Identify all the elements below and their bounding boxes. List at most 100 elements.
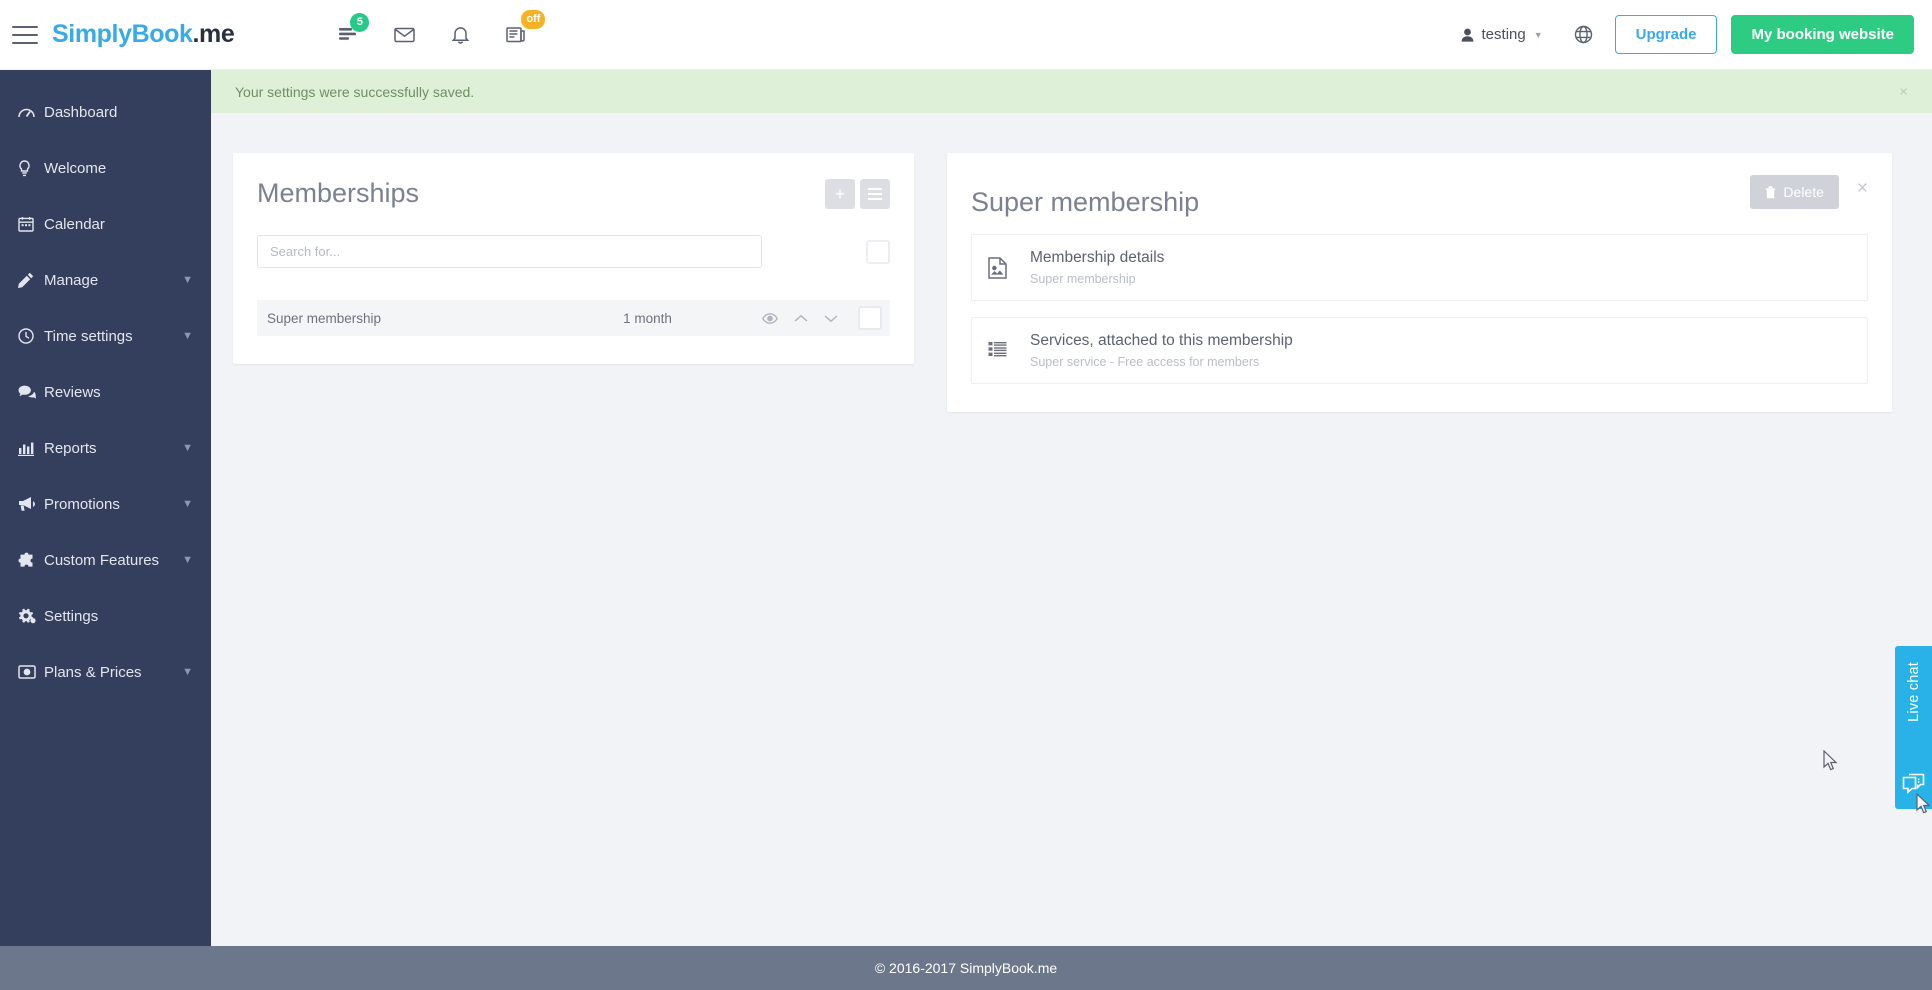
sidebar-item-label: Manage — [44, 271, 99, 289]
memberships-header-buttons: + — [825, 179, 890, 209]
image-file-icon — [988, 256, 1012, 279]
panels-row: Memberships + Search for... Super member… — [211, 113, 1932, 412]
eye-icon[interactable] — [762, 312, 778, 324]
sidebar-item-dashboard[interactable]: Dashboard — [0, 84, 211, 140]
dashboard-icon — [18, 105, 44, 120]
megaphone-icon — [18, 496, 44, 512]
news-icon[interactable]: off — [497, 9, 546, 54]
mouse-cursor — [1823, 750, 1838, 771]
table-row[interactable]: Super membership 1 month — [257, 300, 890, 336]
chevron-down-icon: ▼ — [182, 666, 193, 678]
menu-toggle-icon[interactable] — [12, 25, 38, 44]
alert-close-icon[interactable]: × — [1899, 83, 1908, 100]
delete-label: Delete — [1783, 184, 1824, 200]
item-title: Services, attached to this membership — [1030, 332, 1293, 349]
mail-icon[interactable] — [385, 16, 423, 54]
my-booking-website-button[interactable]: My booking website — [1731, 15, 1914, 54]
comments-icon — [18, 385, 44, 400]
live-chat-label: Live chat — [1905, 662, 1922, 722]
sidebar-item-label: Calendar — [44, 215, 105, 233]
sidebar-item-plans-prices[interactable]: Plans & Prices ▼ — [0, 644, 211, 700]
chart-icon — [18, 441, 44, 456]
news-badge: off — [521, 9, 546, 29]
logo-text: SimplyBook — [52, 20, 193, 48]
activity-badge: 5 — [350, 12, 370, 32]
detail-actions: Delete × — [1750, 175, 1868, 209]
sidebar-item-label: Reports — [44, 439, 97, 457]
user-icon — [1461, 28, 1473, 42]
globe-icon[interactable] — [1567, 18, 1601, 52]
logo-suffix: .me — [192, 20, 235, 48]
select-all-checkbox[interactable] — [866, 239, 890, 264]
memberships-menu-button[interactable] — [860, 179, 890, 209]
live-chat-widget[interactable]: Live chat — [1895, 646, 1932, 809]
detail-header: Super membership Delete × — [971, 175, 1868, 218]
memberships-search-row — [257, 235, 890, 268]
sidebar-item-calendar[interactable]: Calendar — [0, 196, 211, 252]
sidebar-item-label: Welcome — [44, 159, 107, 177]
top-header: SimplyBook.me 5 off testing ▼ Upgrade My… — [0, 0, 1932, 70]
upgrade-button[interactable]: Upgrade — [1614, 15, 1718, 54]
sidebar-item-label: Promotions — [44, 495, 120, 513]
sidebar-item-manage[interactable]: Manage ▼ — [0, 252, 211, 308]
membership-period: 1 month — [623, 310, 672, 326]
list-item-text: Services, attached to this membership Su… — [1030, 332, 1293, 369]
success-alert: Your settings were successfully saved. × — [211, 70, 1932, 113]
chevron-down-icon: ▼ — [182, 442, 193, 454]
sidebar-item-label: Time settings — [44, 327, 133, 345]
list-item-services-attached[interactable]: Services, attached to this membership Su… — [971, 317, 1868, 384]
sidebar-item-welcome[interactable]: Welcome — [0, 140, 211, 196]
sidebar-item-time-settings[interactable]: Time settings ▼ — [0, 308, 211, 364]
search-input[interactable] — [257, 235, 762, 268]
sidebar-item-promotions[interactable]: Promotions ▼ — [0, 476, 211, 532]
bell-icon[interactable] — [441, 16, 479, 54]
memberships-panel: Memberships + Search for... Super member… — [233, 153, 914, 364]
user-menu[interactable]: testing ▼ — [1451, 20, 1553, 49]
chevron-down-icon: ▼ — [182, 330, 193, 342]
sidebar: Dashboard Welcome Calendar Manage ▼ Time… — [0, 70, 211, 946]
list-icon — [988, 341, 1012, 360]
footer-copyright: © 2016-2017 SimplyBook.me — [874, 960, 1058, 976]
trash-icon — [1766, 185, 1776, 198]
membership-name: Super membership — [267, 310, 382, 326]
sidebar-item-settings[interactable]: Settings — [0, 588, 211, 644]
card-icon — [18, 665, 44, 679]
header-right-group: testing ▼ Upgrade My booking website — [1451, 15, 1932, 54]
membership-detail-panel: Super membership Delete × Membership det… — [947, 153, 1892, 412]
add-membership-button[interactable]: + — [825, 179, 855, 209]
sidebar-item-reports[interactable]: Reports ▼ — [0, 420, 211, 476]
plus-icon: + — [834, 184, 846, 204]
user-name: testing — [1481, 26, 1526, 43]
chevron-down-icon: ▼ — [182, 274, 193, 286]
puzzle-icon — [18, 552, 44, 568]
calendar-icon — [18, 216, 44, 232]
row-checkbox[interactable] — [858, 306, 882, 330]
sidebar-item-label: Settings — [44, 607, 99, 625]
delete-button[interactable]: Delete — [1750, 175, 1839, 209]
list-item-text: Membership details Super membership — [1030, 249, 1164, 286]
activity-icon[interactable]: 5 — [329, 12, 370, 54]
close-icon[interactable]: × — [1857, 178, 1868, 200]
body-row: Dashboard Welcome Calendar Manage ▼ Time… — [0, 70, 1932, 946]
gears-icon — [18, 608, 44, 624]
item-title: Membership details — [1030, 249, 1165, 266]
clock-icon — [18, 328, 44, 344]
page-footer: © 2016-2017 SimplyBook.me — [0, 946, 1932, 990]
alert-message: Your settings were successfully saved. — [235, 83, 475, 100]
sidebar-item-custom-features[interactable]: Custom Features ▼ — [0, 532, 211, 588]
app-root: SimplyBook.me 5 off testing ▼ Upgrade My… — [0, 0, 1932, 990]
item-subtitle: Super membership — [1030, 272, 1136, 286]
chevron-up-icon[interactable] — [794, 314, 808, 323]
sidebar-item-label: Reviews — [44, 383, 101, 401]
chevron-down-icon: ▼ — [1533, 29, 1543, 40]
list-item-membership-details[interactable]: Membership details Super membership — [971, 234, 1868, 301]
chevron-down-icon[interactable] — [824, 314, 838, 323]
hamburger-icon — [868, 188, 882, 200]
app-logo[interactable]: SimplyBook.me — [52, 20, 235, 49]
bulb-icon — [18, 159, 44, 177]
pencil-icon — [18, 272, 44, 288]
chevron-down-icon: ▼ — [182, 498, 193, 510]
sidebar-item-reviews[interactable]: Reviews — [0, 364, 211, 420]
main-content: Your settings were successfully saved. ×… — [211, 70, 1932, 946]
page-title: Memberships — [257, 178, 420, 208]
